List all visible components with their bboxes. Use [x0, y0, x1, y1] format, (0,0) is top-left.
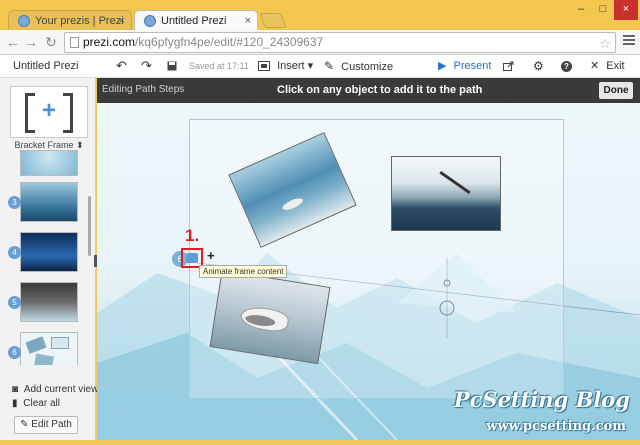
- saved-status: Saved at 17:11: [189, 61, 249, 71]
- back-arrow-icon[interactable]: ←: [4, 33, 22, 51]
- insert-menu[interactable]: Insert ▾: [258, 55, 313, 77]
- prezi-canvas[interactable]: Editing Path Steps Click on any object t…: [97, 78, 640, 440]
- tab-your-prezis[interactable]: Your prezis | Prezi ×: [8, 10, 132, 30]
- new-tab-button[interactable]: [259, 13, 287, 28]
- add-current-view-button[interactable]: ◙ Add current view: [12, 384, 98, 395]
- reload-icon[interactable]: ↻: [42, 33, 60, 51]
- watermark-title: PcSetting Blog: [453, 387, 630, 412]
- tab-title: Your prezis | Prezi: [35, 15, 124, 27]
- tab-close-icon[interactable]: ×: [245, 11, 251, 31]
- add-step-cursor-icon: +: [207, 248, 215, 263]
- address-bar-row: ← → ↻ prezi.com/kq6pfygfn4pe/edit/#120_2…: [0, 30, 640, 55]
- edit-path-button[interactable]: ✎ Edit Path: [14, 416, 78, 434]
- exit-button[interactable]: ✕ Exit: [590, 55, 625, 77]
- trash-icon: ▮: [12, 398, 18, 409]
- customize-label: Customize: [341, 61, 394, 73]
- bracket-frame[interactable]: [189, 119, 564, 399]
- page-icon: [70, 37, 79, 48]
- share-icon[interactable]: [503, 55, 514, 77]
- instruction-text: Click on any object to add it to the pat…: [277, 84, 483, 96]
- add-current-view-label: Add current view: [23, 384, 99, 395]
- bracket-frame-thumbnail[interactable]: +: [10, 86, 88, 138]
- url-host: prezi.com: [83, 35, 136, 49]
- step-number: 4: [8, 246, 21, 259]
- insert-label: Insert: [277, 60, 305, 72]
- watermark-url: www.pcsetting.com: [486, 419, 626, 434]
- save-icon[interactable]: [167, 55, 177, 77]
- animate-icon: [186, 253, 198, 263]
- step-number: 6: [8, 346, 21, 359]
- animate-frame-tooltip: Animate frame content: [199, 265, 288, 278]
- path-thumbnails: 3 4 5 6: [6, 150, 90, 365]
- present-label: Present: [453, 60, 492, 72]
- exit-label: Exit: [606, 60, 625, 72]
- prezi-favicon-icon: [144, 15, 156, 27]
- url-input[interactable]: prezi.com/kq6pfygfn4pe/edit/#120_2430963…: [64, 32, 616, 53]
- bookmark-star-icon[interactable]: ☆: [599, 34, 611, 52]
- url-path: /kq6pfygfn4pe/edit/#120_24309637: [135, 35, 324, 49]
- insert-icon: [258, 61, 270, 72]
- play-icon: ▶: [438, 60, 447, 72]
- maximize-button[interactable]: □: [592, 0, 614, 20]
- undo-icon[interactable]: ↶: [116, 55, 127, 77]
- edit-path-label: Edit Path: [31, 419, 72, 430]
- path-thumbnail[interactable]: [20, 332, 78, 365]
- frame-type-label: Bracket Frame: [14, 140, 74, 150]
- tab-close-icon[interactable]: ×: [119, 11, 125, 31]
- prezi-toolbar: Untitled Prezi ↶ ↷ Saved at 17:11 Insert…: [0, 55, 640, 78]
- present-button[interactable]: ▶ Present: [438, 55, 491, 77]
- editing-path-steps-label: Editing Path Steps: [102, 84, 185, 95]
- clear-all-label: Clear all: [23, 398, 60, 409]
- pencil-icon: ✎: [20, 419, 29, 430]
- redo-icon[interactable]: ↷: [141, 55, 152, 77]
- prezi-title[interactable]: Untitled Prezi: [13, 55, 78, 77]
- tab-title: Untitled Prezi: [161, 15, 227, 27]
- tab-untitled-prezi[interactable]: Untitled Prezi ×: [134, 10, 258, 30]
- camera-icon: ◙: [12, 384, 19, 395]
- done-button[interactable]: Done: [599, 82, 633, 99]
- brush-icon: ✎: [324, 59, 335, 73]
- prezi-favicon-icon: [18, 15, 30, 27]
- browser-window: Your prezis | Prezi × Untitled Prezi × –…: [0, 0, 640, 445]
- help-icon[interactable]: ?: [561, 55, 572, 77]
- minimize-button[interactable]: –: [570, 0, 592, 20]
- forward-arrow-icon[interactable]: →: [22, 33, 40, 51]
- settings-gear-icon[interactable]: ⚙: [533, 55, 544, 77]
- path-thumbnail[interactable]: [20, 182, 78, 222]
- thumbnail-scrollbar[interactable]: [88, 196, 91, 256]
- close-icon: ✕: [590, 60, 600, 72]
- path-sidebar: + Bracket Frame ⬍ 3 4 5 6 ◙ Add current …: [0, 78, 98, 440]
- chrome-menu-icon[interactable]: [623, 35, 635, 47]
- customize-button[interactable]: ✎ Customize: [324, 55, 393, 78]
- albatross-photo[interactable]: [391, 156, 501, 231]
- add-icon: +: [41, 97, 56, 124]
- path-thumbnail[interactable]: [20, 150, 78, 176]
- step-number: 3: [8, 196, 21, 209]
- step-number: 5: [8, 296, 21, 309]
- path-thumbnail[interactable]: [20, 232, 78, 272]
- close-window-button[interactable]: ×: [614, 0, 638, 20]
- callout-number: 1.: [185, 226, 200, 245]
- clear-all-button[interactable]: ▮ Clear all: [12, 398, 60, 409]
- tab-strip: Your prezis | Prezi × Untitled Prezi × –…: [0, 0, 640, 30]
- path-thumbnail[interactable]: [20, 282, 78, 322]
- edit-path-bar: Editing Path Steps Click on any object t…: [97, 78, 640, 103]
